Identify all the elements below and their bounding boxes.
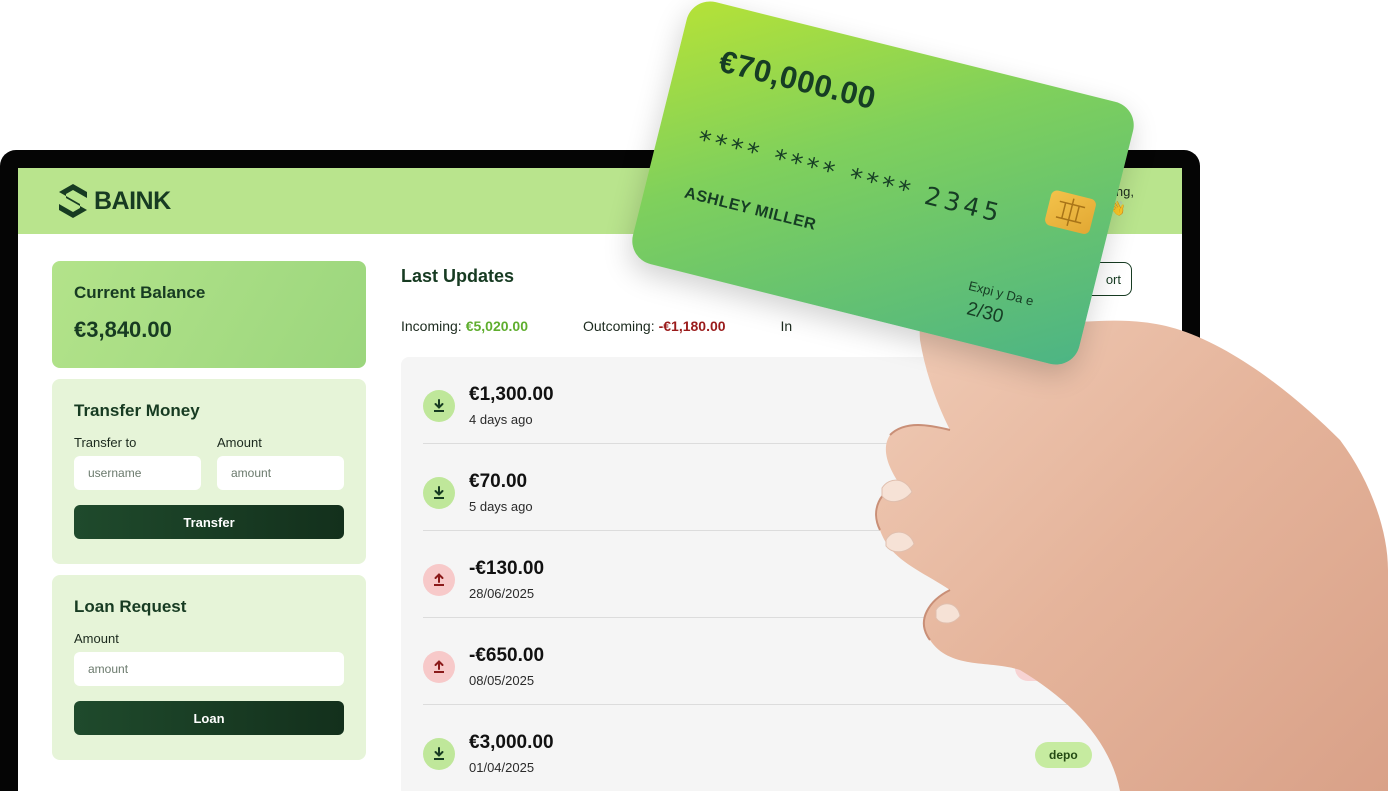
brand-logo[interactable]: BAINK [56,182,171,220]
transfer-fields: Transfer to Amount [74,435,344,490]
transfer-to-input[interactable] [74,456,201,490]
loan-fields: Amount [74,631,344,686]
transfer-button[interactable]: Transfer [74,505,344,539]
transfer-title: Transfer Money [74,401,200,420]
baink-logo-icon [59,184,87,218]
transfer-to-field: Transfer to [74,435,201,490]
transfer-amount-input[interactable] [217,456,344,490]
upload-arrow-icon [423,564,455,596]
download-arrow-icon [423,738,455,770]
movement-amount: €3,000.00 [469,732,554,753]
transfer-amount-field: Amount [217,435,344,490]
movement-date: 4 days ago [469,412,533,427]
loan-button[interactable]: Loan [74,701,344,735]
hand-illustration [875,276,1388,791]
chip-icon [1043,189,1098,236]
interest-label: In [780,318,793,334]
balance-title: Current Balance [74,283,206,302]
outcoming-summary: Outcoming: -€1,180.00 [583,318,726,334]
transfer-card: Transfer Money Transfer to Amount Transf… [52,379,366,564]
outcoming-label: Outcoming: [583,318,655,334]
loan-amount-label: Amount [74,631,119,646]
last-updates-title: Last Updates [401,266,515,286]
movement-date: 28/06/2025 [469,586,535,601]
movement-date: 08/05/2025 [469,673,535,688]
loan-amount-field: Amount [74,631,344,686]
loan-title: Loan Request [74,597,187,616]
upload-arrow-icon [423,651,455,683]
incoming-value: €5,020.00 [465,318,528,334]
movement-amount: €1,300.00 [469,384,554,405]
hero-stage: BAINK ng, 👋 Current Balance €3,840.00 Tr… [0,0,1388,791]
card-balance: €70,000.00 [715,43,880,117]
movement-date: 5 days ago [469,499,533,514]
summary-row: Incoming: €5,020.00 Outcoming: -€1,180.00 … [401,318,792,334]
outcoming-value: -€1,180.00 [658,318,726,334]
movement-amount: €70.00 [469,471,528,492]
download-arrow-icon [423,390,455,422]
movement-date: 01/04/2025 [469,760,535,775]
balance-card: Current Balance €3,840.00 [52,261,366,368]
download-arrow-icon [423,477,455,509]
movement-amount: -€650.00 [469,645,545,666]
transfer-amount-label: Amount [217,435,262,450]
incoming-summary: Incoming: €5,020.00 [401,318,528,334]
balance-value: €3,840.00 [74,317,172,342]
brand-name: BAINK [94,186,171,215]
movement-amount: -€130.00 [469,558,545,579]
card-expiry: 2/30 [964,298,1006,328]
loan-amount-input[interactable] [74,652,344,686]
card-holder-name: ASHLEY MILLER [682,184,818,234]
loan-card: Loan Request Amount Loan [52,575,366,760]
transfer-to-label: Transfer to [74,435,137,450]
incoming-label: Incoming: [401,318,462,334]
